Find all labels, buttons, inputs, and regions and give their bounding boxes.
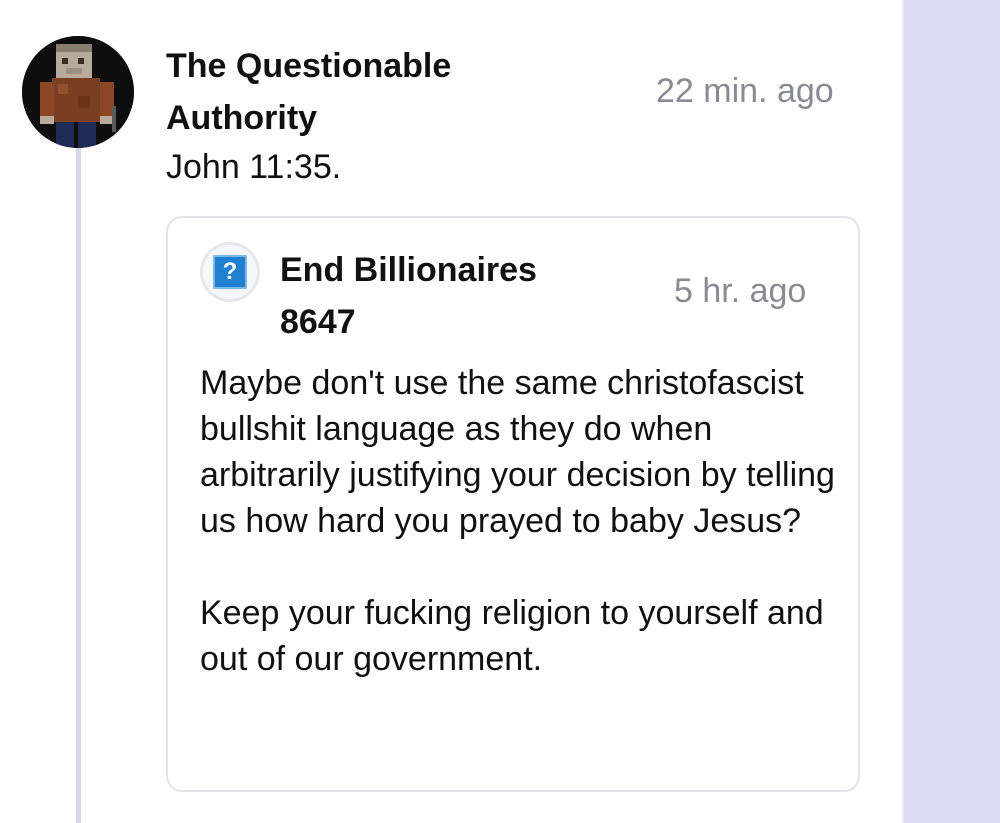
quoted-author-name[interactable]: End Billionaires 8647 <box>280 244 610 348</box>
quoted-paragraph: Maybe don't use the same christofascist … <box>200 364 835 540</box>
quoted-timestamp[interactable]: 5 hr. ago <box>674 272 806 311</box>
thread-collapse-line[interactable] <box>76 140 81 823</box>
pixel-character-avatar-icon <box>22 36 134 148</box>
comment-body-text: John 11:35. <box>166 148 342 186</box>
quoted-author-avatar[interactable]: ? <box>200 242 260 302</box>
quoted-paragraph: Keep your fucking religion to yourself a… <box>200 594 824 678</box>
quoted-comment-card[interactable]: ? End Billionaires 8647 5 hr. ago Maybe … <box>166 216 860 792</box>
question-mark-icon: ? <box>213 255 247 289</box>
quoted-body: Maybe don't use the same christofascist … <box>200 360 840 682</box>
comment-thread-view: The Questionable Authority 22 min. ago J… <box>0 0 1000 823</box>
comment-author-name[interactable]: The Questionable Authority <box>166 40 546 144</box>
author-avatar[interactable] <box>22 36 134 148</box>
side-panel <box>902 0 1000 823</box>
comment-timestamp[interactable]: 22 min. ago <box>656 72 834 111</box>
